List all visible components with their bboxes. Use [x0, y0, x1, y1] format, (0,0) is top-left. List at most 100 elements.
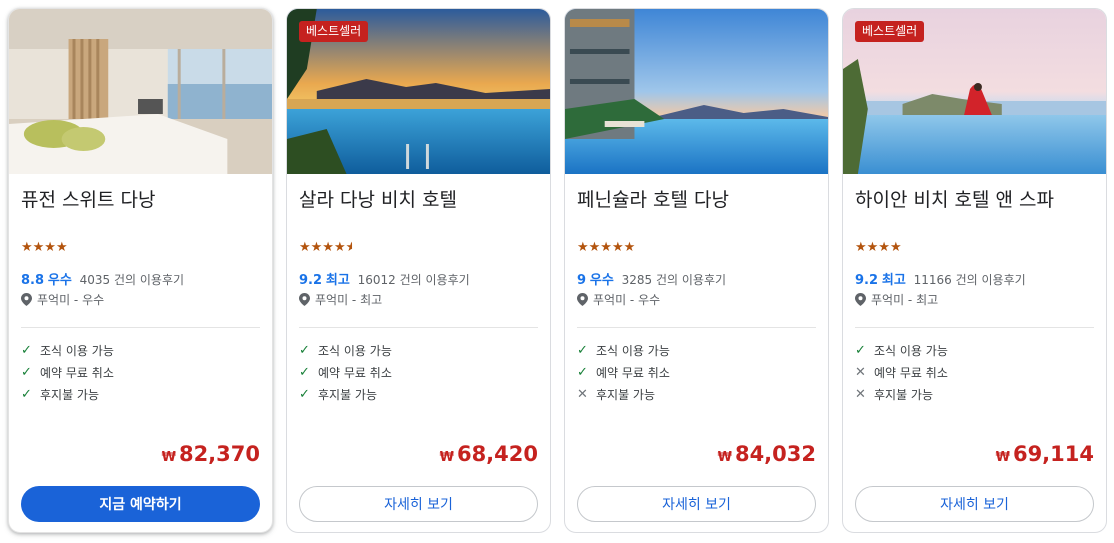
review-score: 9.2 최고 16012 건의 이용후기 — [299, 269, 470, 288]
hotel-name[interactable]: 퓨전 스위트 다낭 — [21, 185, 155, 212]
check-icon: ✓ — [21, 364, 32, 380]
score-word: 최고 — [325, 273, 350, 288]
amenity-item: ✓ 조식 이용 가능 — [577, 339, 670, 361]
view-details-button[interactable]: 자세히 보기 — [577, 486, 816, 522]
amenity-label: 조식 이용 가능 — [596, 343, 670, 358]
hotel-photo[interactable] — [9, 9, 272, 174]
hotel-card[interactable]: 베스트셀러 하이안 비치 호텔 앤 스파 ★★★★ 9.2 최고 11166 건… — [842, 8, 1107, 533]
location-label: 푸억미 - 최고 — [315, 293, 383, 307]
star-icons: ★★★★ — [299, 240, 346, 255]
star-rating: ★★★★ — [855, 240, 902, 256]
check-icon: ✓ — [577, 342, 588, 358]
hotel-card[interactable]: 베스트셀러 살라 다낭 비치 호텔 ★★★★★ 9.2 최고 16012 건의 … — [286, 8, 551, 533]
location: 푸억미 - 우수 — [21, 291, 104, 308]
check-icon: ✓ — [299, 364, 310, 380]
price-value: 68,420 — [456, 442, 538, 466]
amenity-item: ✕ 후지불 가능 — [855, 383, 948, 405]
amenity-label: 예약 무료 취소 — [596, 365, 670, 380]
amenity-item: ✓ 예약 무료 취소 — [299, 361, 392, 383]
location: 푸억미 - 우수 — [577, 291, 660, 308]
cross-icon: ✕ — [577, 386, 588, 402]
star-rating: ★★★★★ — [299, 240, 357, 256]
star-rating: ★★★★★ — [577, 240, 635, 256]
score-word: 최고 — [881, 273, 906, 288]
amenity-item: ✕ 후지불 가능 — [577, 383, 670, 405]
hotel-name[interactable]: 페닌슐라 호텔 다낭 — [577, 185, 729, 212]
amenity-item: ✓ 예약 무료 취소 — [21, 361, 114, 383]
hotel-name[interactable]: 하이안 비치 호텔 앤 스파 — [855, 185, 1054, 212]
price: ₩84,032 — [718, 442, 816, 466]
review-score: 9 우수 3285 건의 이용후기 — [577, 269, 726, 288]
review-count: 11166 건의 이용후기 — [913, 273, 1026, 287]
review-count: 3285 건의 이용후기 — [621, 273, 727, 287]
book-now-button[interactable]: 지금 예약하기 — [21, 486, 260, 522]
amenity-label: 후지불 가능 — [874, 387, 934, 402]
cross-icon: ✕ — [855, 386, 866, 402]
check-icon: ✓ — [855, 342, 866, 358]
amenity-label: 후지불 가능 — [318, 387, 378, 402]
divider — [577, 327, 816, 328]
score-word: 우수 — [47, 273, 72, 288]
amenity-label: 예약 무료 취소 — [318, 365, 392, 380]
view-details-button[interactable]: 자세히 보기 — [299, 486, 538, 522]
amenity-label: 조식 이용 가능 — [318, 343, 392, 358]
location-label: 푸억미 - 우수 — [37, 293, 105, 307]
amenity-item: ✓ 조식 이용 가능 — [21, 339, 114, 361]
hotel-name[interactable]: 살라 다낭 비치 호텔 — [299, 185, 457, 212]
location-label: 푸억미 - 우수 — [593, 293, 661, 307]
location: 푸억미 - 최고 — [299, 291, 382, 308]
check-icon: ✓ — [299, 342, 310, 358]
amenity-label: 후지불 가능 — [596, 387, 656, 402]
hotel-photo[interactable]: 베스트셀러 — [287, 9, 550, 174]
score-value: 8.8 — [21, 273, 45, 288]
half-star-icon: ★ — [345, 240, 358, 255]
amenity-label: 조식 이용 가능 — [40, 343, 114, 358]
price-value: 82,370 — [178, 442, 260, 466]
review-score: 9.2 최고 11166 건의 이용후기 — [855, 269, 1026, 288]
location: 푸억미 - 최고 — [855, 291, 938, 308]
amenity-label: 조식 이용 가능 — [874, 343, 948, 358]
amenity-label: 예약 무료 취소 — [40, 365, 114, 380]
amenity-list: ✓ 조식 이용 가능 ✓ 예약 무료 취소 ✕ 후지불 가능 — [577, 339, 670, 405]
amenity-item: ✓ 예약 무료 취소 — [577, 361, 670, 383]
hotel-card[interactable]: 페닌슐라 호텔 다낭 ★★★★★ 9 우수 3285 건의 이용후기 푸억미 -… — [564, 8, 829, 533]
hotel-card[interactable]: 퓨전 스위트 다낭 ★★★★ 8.8 우수 4035 건의 이용후기 푸억미 -… — [8, 8, 273, 533]
bestseller-badge: 베스트셀러 — [855, 21, 925, 42]
price-value: 84,032 — [734, 442, 816, 466]
amenity-list: ✓ 조식 이용 가능 ✕ 예약 무료 취소 ✕ 후지불 가능 — [855, 339, 948, 405]
amenity-item: ✓ 조식 이용 가능 — [299, 339, 392, 361]
cross-icon: ✕ — [855, 364, 866, 380]
star-icons: ★★★★ — [855, 240, 902, 255]
currency-symbol: ₩ — [161, 450, 176, 465]
hotel-photo[interactable]: 베스트셀러 — [843, 9, 1106, 174]
star-icons: ★★★★ — [21, 240, 68, 255]
map-pin-icon — [299, 293, 310, 306]
check-icon: ✓ — [21, 342, 32, 358]
price-value: 69,114 — [1012, 442, 1094, 466]
currency-symbol: ₩ — [995, 450, 1010, 465]
star-rating: ★★★★ — [21, 240, 68, 256]
currency-symbol: ₩ — [439, 450, 454, 465]
review-score: 8.8 우수 4035 건의 이용후기 — [21, 269, 184, 288]
score-value: 9.2 — [299, 273, 323, 288]
location-label: 푸억미 - 최고 — [871, 293, 939, 307]
currency-symbol: ₩ — [717, 450, 732, 465]
score-value: 9 — [577, 273, 587, 288]
amenity-item: ✓ 후지불 가능 — [299, 383, 392, 405]
map-pin-icon — [577, 293, 588, 306]
price: ₩82,370 — [162, 442, 260, 466]
price: ₩68,420 — [440, 442, 538, 466]
check-icon: ✓ — [299, 386, 310, 402]
review-count: 4035 건의 이용후기 — [79, 273, 185, 287]
hotel-photo[interactable] — [565, 9, 828, 174]
score-value: 9.2 — [855, 273, 879, 288]
amenity-list: ✓ 조식 이용 가능 ✓ 예약 무료 취소 ✓ 후지불 가능 — [299, 339, 392, 405]
map-pin-icon — [855, 293, 866, 306]
divider — [855, 327, 1094, 328]
view-details-button[interactable]: 자세히 보기 — [855, 486, 1094, 522]
check-icon: ✓ — [21, 386, 32, 402]
amenity-label: 후지불 가능 — [40, 387, 100, 402]
bestseller-badge: 베스트셀러 — [299, 21, 369, 42]
amenity-item: ✓ 조식 이용 가능 — [855, 339, 948, 361]
map-pin-icon — [21, 293, 32, 306]
